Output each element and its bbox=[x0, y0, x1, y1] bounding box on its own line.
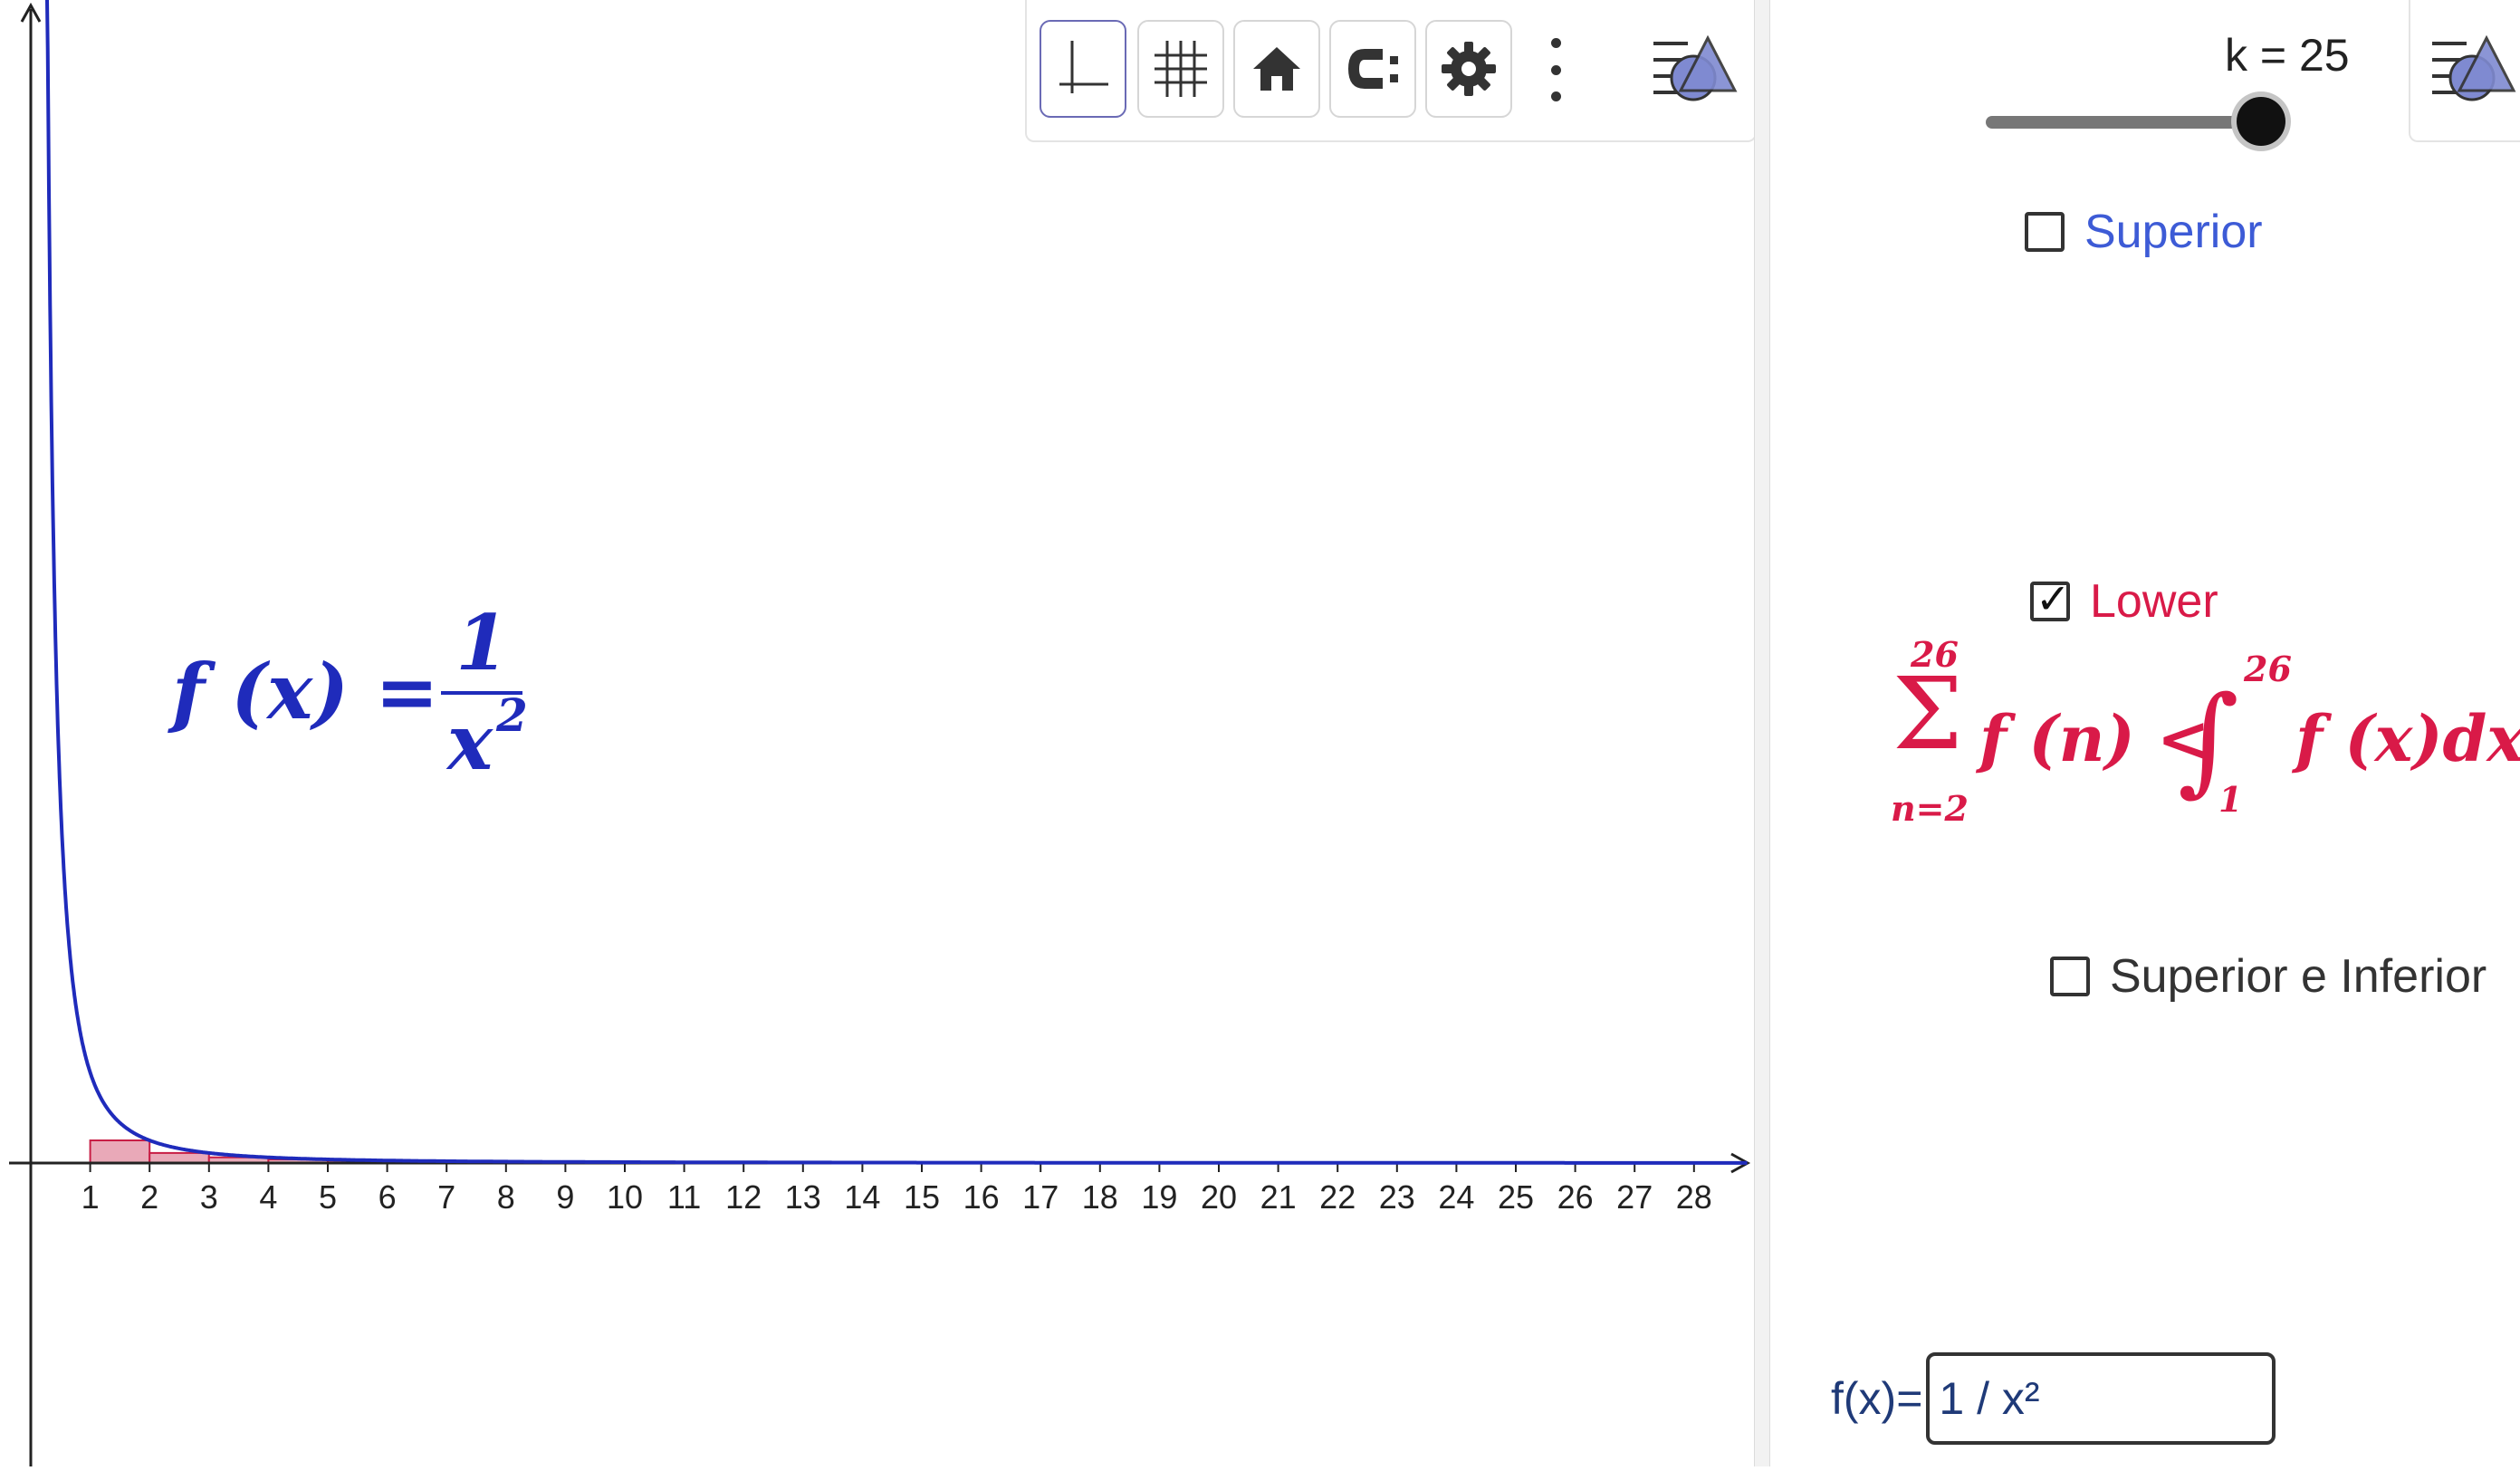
home-icon bbox=[1250, 42, 1304, 96]
gear-icon bbox=[1440, 40, 1498, 98]
x-tick-label: 3 bbox=[200, 1178, 218, 1216]
integral-upper-limit: 26 bbox=[2244, 649, 2292, 689]
x-tick-label: 18 bbox=[1082, 1178, 1118, 1216]
x-tick-label: 10 bbox=[607, 1178, 643, 1216]
x-tick-label: 21 bbox=[1260, 1178, 1297, 1216]
x-tick-label: 12 bbox=[725, 1178, 762, 1216]
x-tick-label: 2 bbox=[140, 1178, 158, 1216]
x-tick-label: 7 bbox=[437, 1178, 455, 1216]
integral-integrand: f (x)dx bbox=[2295, 701, 2520, 776]
x-tick-label: 8 bbox=[497, 1178, 515, 1216]
x-tick-label: 19 bbox=[1141, 1178, 1177, 1216]
panel-style-bar bbox=[2409, 0, 2520, 142]
integral-lower-limit: 1 bbox=[2218, 779, 2242, 820]
lower-sum-rect bbox=[149, 1153, 209, 1163]
checkbox-superior-inferior-label: Superior e Inferior bbox=[2110, 949, 2486, 1004]
slider-k-label: k = 25 bbox=[2225, 29, 2350, 82]
x-tick-label: 24 bbox=[1438, 1178, 1474, 1216]
checkbox-superior-row[interactable]: Superior bbox=[2025, 205, 2263, 259]
x-tick-label: 27 bbox=[1616, 1178, 1653, 1216]
checkbox-lower-label: Lower bbox=[2090, 574, 2218, 629]
x-tick-label: 22 bbox=[1319, 1178, 1356, 1216]
snap-button[interactable] bbox=[1329, 20, 1416, 118]
axes-icon bbox=[1056, 37, 1110, 101]
x-tick-label: 11 bbox=[667, 1178, 701, 1216]
axes-toggle-button[interactable] bbox=[1040, 20, 1126, 118]
formula-exponent: 2 bbox=[496, 688, 528, 742]
magnet-icon bbox=[1343, 42, 1403, 96]
x-tick-label: 16 bbox=[963, 1178, 1000, 1216]
function-curve bbox=[46, 0, 1747, 1163]
checkbox-superior-inferior[interactable] bbox=[2050, 957, 2090, 996]
lower-sum-rect bbox=[91, 1140, 150, 1163]
slider-k-track[interactable] bbox=[1986, 116, 2263, 129]
checkbox-lower-row[interactable]: Lower bbox=[2030, 574, 2218, 629]
grid-icon bbox=[1151, 37, 1211, 101]
formula-lhs: f (x) = bbox=[172, 647, 439, 736]
formula-denominator: x bbox=[447, 697, 493, 787]
x-tick-label: 13 bbox=[785, 1178, 821, 1216]
checkbox-superior[interactable] bbox=[2025, 212, 2065, 252]
x-tick-label: 26 bbox=[1557, 1178, 1594, 1216]
more-icon[interactable] bbox=[1547, 38, 1565, 101]
style-bar-icon[interactable] bbox=[1652, 31, 1739, 107]
function-input-label: f(x)= bbox=[1831, 1372, 1922, 1425]
style-bar-icon[interactable] bbox=[2430, 31, 2517, 107]
sigma-symbol: Σ bbox=[1892, 656, 1963, 772]
graphics-view[interactable]: 1234567891011121314151617181920212223242… bbox=[0, 0, 1755, 1466]
graphics-style-bar bbox=[1025, 0, 1757, 142]
x-tick-label: 1 bbox=[81, 1178, 100, 1216]
function-input[interactable] bbox=[1926, 1352, 2276, 1445]
x-tick-label: 4 bbox=[259, 1178, 277, 1216]
formula-numerator: 1 bbox=[439, 598, 525, 687]
x-tick-label: 6 bbox=[378, 1178, 397, 1216]
checkbox-superior-label: Superior bbox=[2084, 205, 2263, 259]
x-tick-label: 28 bbox=[1676, 1178, 1712, 1216]
grid-toggle-button[interactable] bbox=[1137, 20, 1224, 118]
x-tick-label: 25 bbox=[1498, 1178, 1534, 1216]
x-tick-label: 14 bbox=[844, 1178, 880, 1216]
x-axis-ticks: 1234567891011121314151617181920212223242… bbox=[81, 1163, 1712, 1216]
checkbox-superior-inferior-row[interactable]: Superior e Inferior bbox=[2050, 949, 2486, 1004]
settings-button[interactable] bbox=[1425, 20, 1512, 118]
home-button[interactable] bbox=[1233, 20, 1320, 118]
x-tick-label: 20 bbox=[1201, 1178, 1237, 1216]
checkbox-lower[interactable] bbox=[2030, 582, 2070, 621]
slider-k-handle[interactable] bbox=[2237, 97, 2285, 146]
x-tick-label: 23 bbox=[1379, 1178, 1415, 1216]
x-tick-label: 17 bbox=[1022, 1178, 1059, 1216]
sum-summand: f (n) < bbox=[1979, 701, 2210, 776]
view-divider[interactable] bbox=[1754, 0, 1770, 1466]
function-input-row: f(x)= bbox=[1831, 1352, 2276, 1445]
sum-lower-limit: n=2 bbox=[1891, 788, 1969, 829]
x-tick-label: 15 bbox=[904, 1178, 940, 1216]
x-tick-label: 5 bbox=[319, 1178, 337, 1216]
x-tick-label: 9 bbox=[556, 1178, 574, 1216]
